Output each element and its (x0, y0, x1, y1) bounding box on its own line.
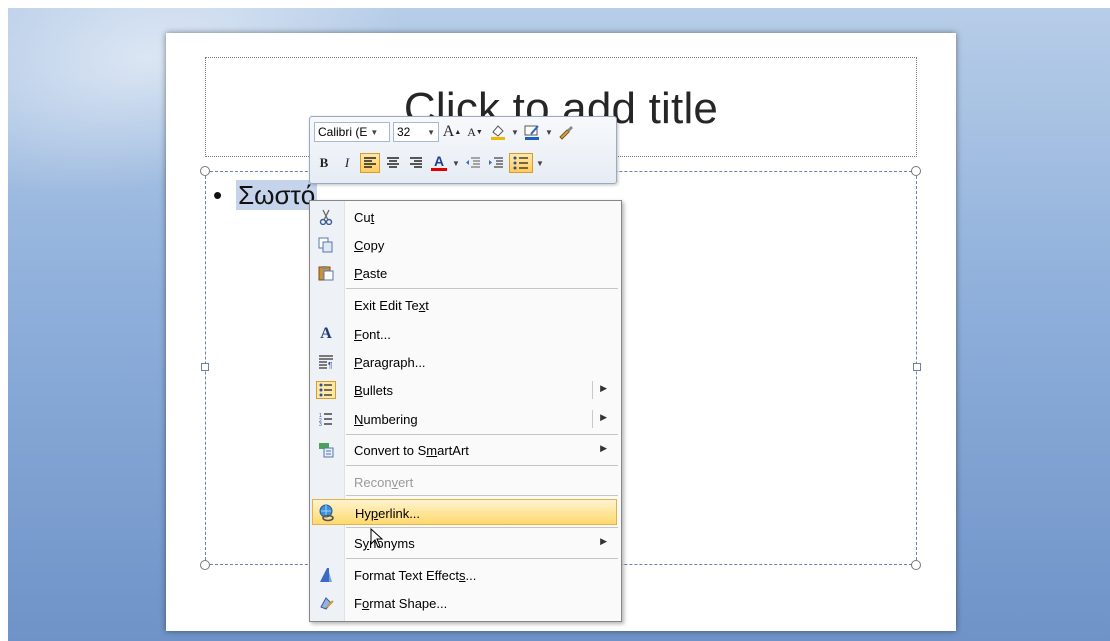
font-color-button[interactable]: A (429, 153, 449, 173)
menu-item-numbering[interactable]: 123 Numbering ▶ (312, 406, 617, 432)
copy-icon (316, 236, 336, 254)
bold-button[interactable]: B (314, 153, 334, 173)
shrink-font-button[interactable]: A ▼ (465, 122, 485, 142)
resize-handle-bottom-right[interactable] (911, 560, 921, 570)
submenu-arrow-icon[interactable]: ▶ (600, 412, 607, 423)
resize-handle-top-right[interactable] (911, 166, 921, 176)
chevron-down-icon[interactable]: ▼ (452, 159, 460, 168)
font-icon: A (320, 325, 332, 342)
increase-indent-button[interactable] (486, 153, 506, 173)
bullets-button[interactable] (509, 153, 533, 173)
font-color-icon: A (433, 153, 445, 169)
resize-handle-right[interactable] (913, 363, 921, 371)
font-size-value: 32 (397, 125, 411, 139)
menu-item-bullets[interactable]: Bullets ▶ (312, 377, 617, 403)
menu-separator (346, 527, 618, 528)
menu-item-exit-edit-text[interactable]: Exit Edit Text (312, 292, 617, 318)
chevron-down-icon[interactable]: ▼ (545, 128, 553, 137)
decrease-indent-button[interactable] (463, 153, 483, 173)
numbering-icon: 123 (316, 410, 336, 428)
menu-item-hyperlink[interactable]: Hyperlink... (312, 499, 617, 525)
decrease-indent-icon (466, 157, 480, 168)
grow-font-icon: A (442, 123, 455, 140)
submenu-arrow-icon[interactable]: ▶ (600, 536, 607, 547)
format-painter-icon (559, 126, 573, 140)
menu-separator (346, 558, 618, 559)
resize-handle-top-left[interactable] (200, 166, 210, 176)
hyperlink-icon (317, 504, 337, 522)
chevron-down-icon[interactable]: ▼ (536, 159, 544, 168)
bullets-icon (513, 156, 528, 170)
chevron-down-icon[interactable]: ▼ (511, 128, 519, 137)
menu-separator (346, 434, 618, 435)
menu-item-font[interactable]: A Font... (312, 321, 617, 347)
bullet-glyph: • (213, 180, 223, 210)
menu-separator (346, 465, 618, 466)
increase-indent-icon (489, 157, 503, 168)
chevron-down-icon[interactable]: ▼ (370, 128, 378, 137)
align-center-button[interactable] (383, 153, 403, 173)
format-shape-icon (316, 594, 336, 612)
align-left-button[interactable] (360, 153, 380, 173)
submenu-arrow-icon[interactable]: ▶ (600, 383, 607, 394)
selected-bullet-text[interactable]: Σωστό (236, 180, 318, 210)
menu-item-convert-to-smartart[interactable]: Convert to SmartArt ▶ (312, 437, 617, 463)
split-divider (592, 381, 593, 399)
shrink-font-icon: A (467, 124, 476, 139)
chevron-down-icon[interactable]: ▼ (427, 128, 435, 137)
font-size-combo[interactable]: 32 ▼ (393, 122, 439, 142)
scissors-icon (316, 208, 336, 226)
pen-line-icon (524, 125, 539, 140)
format-painter-button[interactable] (556, 122, 576, 142)
resize-handle-bottom-left[interactable] (200, 560, 210, 570)
svg-text:¶: ¶ (328, 361, 332, 369)
paint-bucket-icon (491, 125, 505, 140)
smartart-icon (316, 441, 336, 459)
context-menu: Cut Copy Paste Exit Edit Text A Font... … (309, 200, 622, 622)
italic-button[interactable]: I (337, 153, 357, 173)
paragraph-icon: ¶ (316, 353, 336, 371)
bold-icon: B (319, 155, 329, 170)
menu-separator (346, 495, 618, 496)
align-center-icon (387, 157, 399, 168)
align-right-icon (410, 157, 422, 168)
italic-icon: I (344, 155, 350, 170)
menu-item-reconvert: Reconvert (354, 475, 414, 490)
menu-item-synonyms[interactable]: Synonyms ▶ (312, 530, 617, 556)
paste-icon (316, 264, 336, 282)
outline-color-button[interactable] (522, 122, 542, 142)
mouse-cursor-icon (370, 528, 384, 548)
bullet-line[interactable]: • Σωστό (213, 180, 318, 211)
menu-item-format-text-effects[interactable]: Format Text Effects... (312, 562, 617, 588)
align-left-icon (364, 157, 376, 168)
bullets-icon (316, 381, 336, 399)
fill-color-button[interactable] (488, 122, 508, 142)
menu-item-paste[interactable]: Paste (312, 260, 617, 286)
font-name-combo[interactable]: Calibri (E ▼ (314, 122, 390, 142)
menu-item-copy[interactable]: Copy (312, 232, 617, 258)
menu-separator (346, 288, 618, 289)
grow-font-button[interactable]: A ▲ (442, 122, 462, 142)
menu-item-paragraph[interactable]: ¶ Paragraph... (312, 349, 617, 375)
align-right-button[interactable] (406, 153, 426, 173)
font-name-value: Calibri (E (318, 125, 368, 139)
split-divider (592, 410, 593, 428)
resize-handle-left[interactable] (201, 363, 209, 371)
submenu-arrow-icon[interactable]: ▶ (600, 443, 607, 454)
text-effects-icon (316, 566, 336, 584)
menu-item-cut[interactable]: Cut (312, 204, 617, 230)
mini-toolbar: Calibri (E ▼ 32 ▼ A ▲ A ▼ ▼ ▼ B I A ▼ ▼ (309, 116, 617, 184)
svg-text:3: 3 (319, 422, 322, 426)
menu-item-format-shape[interactable]: Format Shape... (312, 590, 617, 616)
